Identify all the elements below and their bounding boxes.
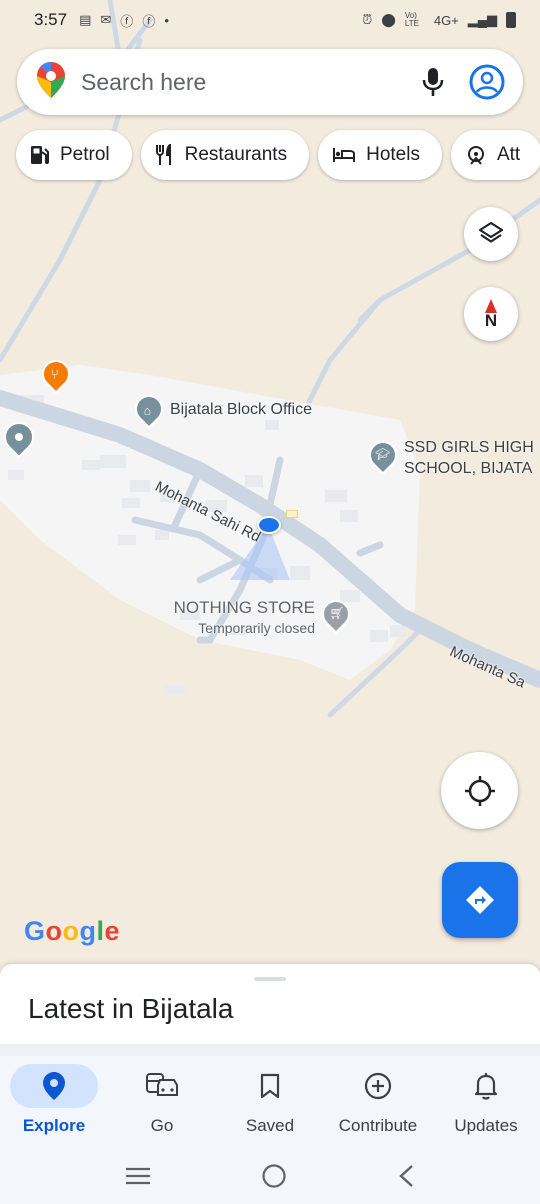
compass-button[interactable]: N [464,287,518,341]
bell-icon [474,1073,498,1100]
bookmark-icon [260,1073,280,1099]
search-bar[interactable]: Search here [17,49,523,115]
microphone-icon[interactable] [413,62,453,102]
small-yellow-marker [286,510,298,518]
commute-icon [146,1073,178,1096]
sheet-divider [0,1044,540,1056]
status-bar: 3:57 ▤ ✉ ⓕ ⓕ • ⏰︎ ⬤ Vo) LTE 4G+ ▂▄▆ [0,0,540,40]
volte-label: Vo) LTE [404,11,419,28]
dot-icon: • [164,12,169,28]
nav-label: Explore [22,1116,86,1135]
chat-icon: ✉ [100,12,112,27]
restaurant-icon [155,144,171,165]
sheet-title: Latest in Bijatala [28,993,234,1024]
block-office-label[interactable]: Bijatala Block Office [170,401,312,419]
school-label[interactable]: SSD GIRLS HIGH SCHOOL, BIJATA [404,437,534,479]
signal-icon: ▂▄▆ [467,12,497,27]
layers-button[interactable] [464,207,518,261]
location-icon: ⬤ [381,12,396,27]
nav-label: Go [150,1116,174,1135]
home-circle-icon[interactable] [261,1163,287,1194]
back-chevron-icon[interactable] [397,1164,415,1193]
facebook-icon: ⓕ [142,13,156,29]
battery-icon [506,12,516,28]
nav-updates[interactable]: Updates [432,1056,540,1152]
compass-label: N [484,311,498,330]
hotel-icon [333,148,356,162]
recents-menu-icon[interactable] [125,1166,151,1191]
google-logo: Google [24,916,121,946]
maps-logo-icon [37,61,65,103]
store-name: NOTHING STORE [173,598,315,617]
nav-go[interactable]: Go [108,1056,216,1152]
alarm-icon: ⏰︎ [362,12,373,27]
my-location-button[interactable] [441,752,518,829]
bottom-navigation: Explore Go Saved Contribute Updates [0,1056,540,1152]
directions-button[interactable] [442,862,518,938]
school-label-line1: SSD GIRLS HIGH [404,439,534,456]
nav-label: Saved [245,1116,295,1135]
system-navigation-bar [0,1152,540,1204]
attractions-icon [467,146,484,165]
sheet-drag-handle[interactable] [254,977,286,981]
nav-saved[interactable]: Saved [216,1056,324,1152]
chip-hotels[interactable]: Hotels [318,130,442,180]
chip-petrol[interactable]: Petrol [16,130,132,180]
nav-contribute[interactable]: Contribute [324,1056,432,1152]
news-icon: ▤ [79,12,92,27]
search-input[interactable]: Search here [81,69,413,96]
add-circle-icon [364,1072,392,1100]
nav-label: Updates [454,1116,518,1135]
bottom-sheet[interactable]: Latest in Bijatala [0,964,540,1046]
account-icon[interactable] [467,62,507,102]
status-time: 3:57 [34,10,68,29]
chip-label: Hotels [366,144,420,165]
facebook-icon: ⓕ [120,13,134,29]
category-chips: Petrol Restaurants Hotels Att [16,130,540,180]
chip-label: Restaurants [184,144,288,165]
nav-label: Contribute [338,1116,418,1135]
crosshair-icon [464,775,495,806]
chip-restaurants[interactable]: Restaurants [140,130,310,180]
store-label[interactable]: NOTHING STORE Temporarily closed [165,598,315,636]
school-label-line2: SCHOOL, BIJATA [404,460,533,477]
chip-label: Petrol [60,144,110,165]
chip-attractions[interactable]: Att [450,130,540,180]
explore-pin-icon [43,1072,65,1100]
directions-icon [466,886,494,914]
network-label: 4G+ [433,12,459,28]
store-status: Temporarily closed [198,620,315,636]
nav-explore[interactable]: Explore [0,1056,108,1152]
fuel-icon [31,146,49,165]
layers-icon [478,221,504,243]
chip-label: Att [496,144,521,165]
